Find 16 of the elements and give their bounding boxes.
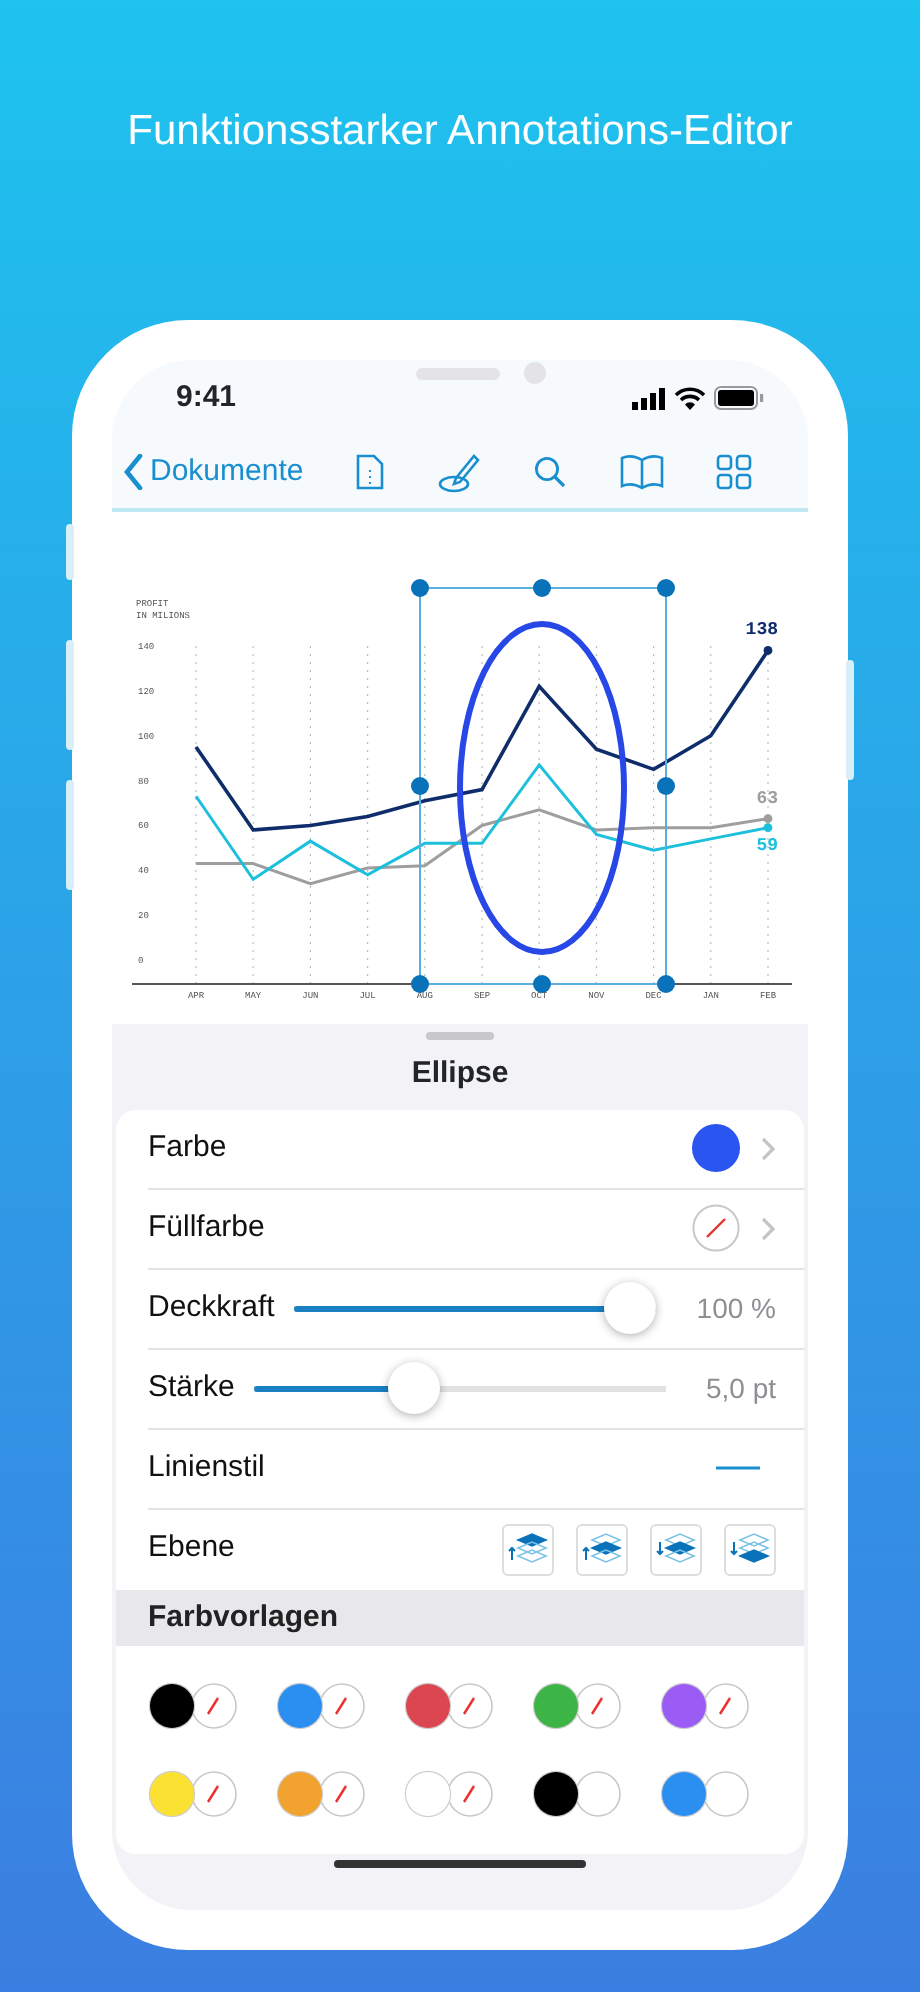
row-label: Farbe [148, 1127, 227, 1168]
row-label: Ebene [148, 1528, 235, 1569]
row-label: Deckkraft [148, 1287, 275, 1328]
value-readout: 100 % [696, 1289, 776, 1327]
sheet-title: Ellipse [409, 1054, 511, 1094]
data-label: 63 [756, 788, 778, 809]
row-label: Füllfarbe [148, 1207, 265, 1248]
value-readout: 5,0 pt [705, 1369, 776, 1408]
headline: Funktionsstarker Annotations-Editor [125, 106, 795, 158]
row-label: Linienstil [148, 1447, 265, 1488]
section-header: Farbvorlagen [116, 1589, 804, 1646]
data-label: 138 [745, 620, 778, 641]
status-time: 9:41 [176, 377, 237, 418]
back-button[interactable]: Dokumente [124, 449, 304, 495]
row-label: Stärke [148, 1367, 235, 1408]
data-label: 59 [756, 835, 778, 856]
